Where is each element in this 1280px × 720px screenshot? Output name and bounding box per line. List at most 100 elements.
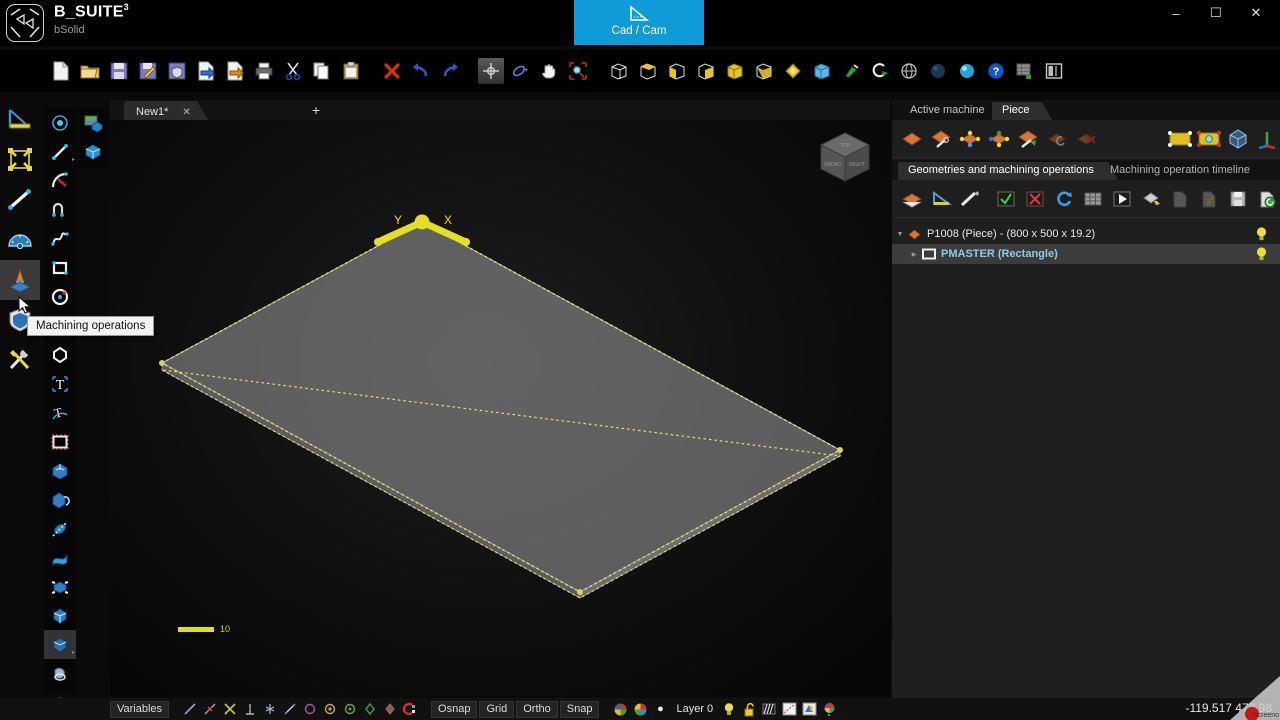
- piece-points-icon[interactable]: [956, 125, 983, 152]
- print-icon[interactable]: [251, 58, 277, 84]
- add-operation-icon[interactable]: [1137, 185, 1164, 212]
- rectangle-icon[interactable]: [44, 253, 76, 282]
- osnap-toggle[interactable]: Osnap: [431, 700, 478, 718]
- line-icon[interactable]: ▸: [44, 137, 76, 166]
- sphere-dark-icon[interactable]: [925, 58, 951, 84]
- 3d-viewport[interactable]: Y X TOP FRONT RIGHT 10: [110, 120, 890, 696]
- solid-block-icon[interactable]: ▸: [44, 630, 76, 659]
- grid-toggle[interactable]: Grid: [479, 700, 515, 718]
- split-panel-icon[interactable]: [1041, 58, 1067, 84]
- revolve-solid-icon[interactable]: [44, 485, 76, 514]
- piece-edit-icon[interactable]: [927, 125, 954, 152]
- copy-icon[interactable]: [309, 58, 335, 84]
- snap-toggle[interactable]: Snap: [559, 700, 600, 718]
- point-icon[interactable]: [44, 108, 76, 137]
- open-folder-icon[interactable]: [77, 58, 103, 84]
- save-as-icon[interactable]: [135, 58, 161, 84]
- snap-endpoint-icon[interactable]: [181, 701, 199, 718]
- piece-frame-icon[interactable]: [1166, 125, 1193, 152]
- snap-circle-icon[interactable]: [341, 701, 359, 718]
- maximize-button[interactable]: ☐: [1196, 0, 1236, 26]
- polygon-icon[interactable]: [44, 340, 76, 369]
- curved-text-icon[interactable]: T: [44, 398, 76, 427]
- snap-parallel-icon[interactable]: [381, 701, 399, 718]
- sphere-light-icon[interactable]: [954, 58, 980, 84]
- variables-button[interactable]: Variables: [110, 700, 170, 718]
- tool-pen-icon[interactable]: [956, 185, 983, 212]
- piece-origin-icon[interactable]: [985, 125, 1012, 152]
- add-tab-button[interactable]: +: [312, 102, 320, 118]
- snap-node-icon[interactable]: [261, 701, 279, 718]
- new-file-icon[interactable]: [48, 58, 74, 84]
- view-box-wire-icon[interactable]: [606, 58, 632, 84]
- polyline-icon[interactable]: [44, 195, 76, 224]
- sweep-solid-icon[interactable]: [44, 514, 76, 543]
- minimize-button[interactable]: –: [1156, 0, 1196, 26]
- tab-machining-timeline[interactable]: Machining operation timeline: [1100, 162, 1264, 180]
- linetype-icon[interactable]: [780, 701, 798, 718]
- undo-icon[interactable]: [408, 58, 434, 84]
- pin-view-icon[interactable]: [838, 58, 864, 84]
- snap-intersection-icon[interactable]: [221, 701, 239, 718]
- piece-plain-icon[interactable]: [898, 125, 925, 152]
- unlock-icon[interactable]: [740, 701, 758, 718]
- circle-icon[interactable]: [44, 282, 76, 311]
- expand-twisty-icon[interactable]: ▼: [892, 231, 908, 238]
- expand-twisty-icon[interactable]: ▶: [906, 251, 922, 258]
- lineweight-icon[interactable]: [800, 701, 818, 718]
- machining-operations-icon[interactable]: [0, 260, 40, 300]
- tree-row-pmaster[interactable]: ▶ PMASTER (Rectangle): [892, 244, 1280, 264]
- cross-red-icon[interactable]: [1021, 185, 1048, 212]
- ortho-toggle[interactable]: Ortho: [516, 700, 558, 718]
- snap-quadrant-icon[interactable]: [301, 701, 319, 718]
- close-icon[interactable]: ✕: [182, 107, 190, 118]
- color-palette-icon[interactable]: [611, 701, 629, 718]
- save-icon[interactable]: [106, 58, 132, 84]
- close-button[interactable]: ✕: [1236, 0, 1276, 26]
- play-icon[interactable]: [1108, 185, 1135, 212]
- tab-geometries-operations[interactable]: Geometries and machining operations: [898, 162, 1118, 180]
- surface-solid-icon[interactable]: [44, 543, 76, 572]
- cut-scissors-icon[interactable]: [280, 58, 306, 84]
- move-crosshair-icon[interactable]: [478, 58, 504, 84]
- piece-cube-icon[interactable]: [1224, 125, 1251, 152]
- solid-blue-icon[interactable]: [78, 137, 108, 166]
- explode-solid-icon[interactable]: [44, 572, 76, 601]
- tools-wrench-icon[interactable]: [0, 340, 40, 380]
- tab-active-machine[interactable]: Active machine: [900, 102, 997, 120]
- import-icon[interactable]: [193, 58, 219, 84]
- view-diamond-icon[interactable]: [780, 58, 806, 84]
- bulb-on-icon[interactable]: [1255, 226, 1268, 245]
- globe-wire-icon[interactable]: [896, 58, 922, 84]
- save-disk-icon[interactable]: [1224, 185, 1251, 212]
- arc-icon[interactable]: [44, 166, 76, 195]
- hatch-icon[interactable]: [760, 701, 778, 718]
- table-grid-icon[interactable]: [1079, 185, 1106, 212]
- color-wheel-icon[interactable]: [631, 701, 649, 718]
- zoom-window-icon[interactable]: [565, 58, 591, 84]
- page-gray-icon[interactable]: [1166, 185, 1193, 212]
- boolean-solid-icon[interactable]: [44, 601, 76, 630]
- check-green-icon[interactable]: [992, 185, 1019, 212]
- text-icon[interactable]: T: [44, 369, 76, 398]
- view-box-top-icon[interactable]: [635, 58, 661, 84]
- spline-icon[interactable]: [44, 224, 76, 253]
- tab-cad-cam[interactable]: Cad / Cam: [574, 0, 704, 45]
- snap-toggle-icon[interactable]: [401, 701, 419, 718]
- pan-hand-icon[interactable]: [536, 58, 562, 84]
- snap-tangent-icon[interactable]: [281, 701, 299, 718]
- delete-x-icon[interactable]: [379, 58, 405, 84]
- save-protected-icon[interactable]: [164, 58, 190, 84]
- snap-nearest-icon[interactable]: [361, 701, 379, 718]
- color-layer-icon[interactable]: [820, 701, 838, 718]
- selection-frame-icon[interactable]: [44, 427, 76, 456]
- redo-icon[interactable]: [437, 58, 463, 84]
- snap-midpoint-icon[interactable]: [201, 701, 219, 718]
- tab-piece[interactable]: Piece: [992, 102, 1051, 120]
- bulb-on-icon[interactable]: [720, 701, 738, 718]
- layers-image-icon[interactable]: [78, 108, 108, 137]
- piece-undo-icon[interactable]: [1043, 125, 1070, 152]
- layers-stack-icon[interactable]: [898, 185, 925, 212]
- apply-green-icon[interactable]: [1253, 185, 1280, 212]
- snap-perpendicular-icon[interactable]: [241, 701, 259, 718]
